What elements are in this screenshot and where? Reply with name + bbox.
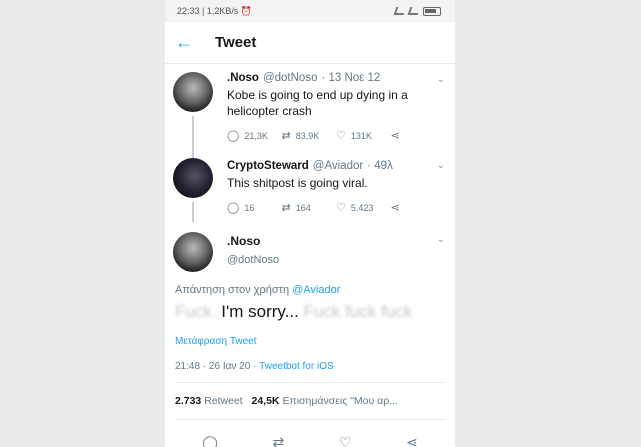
- retweet-count: 164: [295, 202, 311, 213]
- battery-icon: [423, 6, 441, 16]
- retweet-icon: ⇄: [281, 202, 291, 214]
- status-bar: 22:33 | 1,2KB/s ⏰: [165, 0, 455, 22]
- reply-button[interactable]: ◯ 21,3K: [227, 129, 282, 142]
- page-title: Tweet: [215, 34, 257, 51]
- tweet-author-name[interactable]: .Noso: [227, 72, 259, 84]
- like-button[interactable]: ♡ 5.423: [336, 201, 391, 214]
- chevron-down-icon[interactable]: ⌄: [437, 234, 445, 245]
- phone-screen: 22:33 | 1,2KB/s ⏰ ← Tweet ⌄ .Noso @dotNo…: [165, 0, 455, 447]
- avatar[interactable]: [173, 72, 213, 112]
- reply-button[interactable]: ◯ 16: [227, 201, 282, 214]
- retweets-label[interactable]: Retweet: [204, 395, 243, 407]
- signal-icon: [393, 7, 407, 15]
- wifi-icon: [407, 7, 421, 15]
- tweet-author-handle: @Aviador: [312, 160, 364, 172]
- tweet-action-bar: ◯ ⇄ ♡ ⋖: [175, 420, 445, 447]
- heart-icon: ♡: [336, 202, 346, 214]
- tweet-author-handle: @dotNoso: [262, 72, 318, 84]
- retweet-icon[interactable]: ⇄: [273, 434, 285, 447]
- share-button[interactable]: ⋖: [391, 201, 446, 214]
- share-icon: ⋖: [390, 130, 400, 142]
- translate-link[interactable]: Μετάφραση Tweet: [175, 336, 445, 347]
- tweet-time: · 13 Νοε 12: [321, 72, 381, 84]
- arrow-left-icon[interactable]: ←: [175, 32, 205, 53]
- tweet-text-blurred: Fuck.: [175, 302, 217, 321]
- reply-icon[interactable]: ◯: [202, 434, 218, 447]
- heart-icon[interactable]: ♡: [339, 434, 352, 447]
- tweet-text-blurred: Fuck fuck fuck: [298, 302, 413, 321]
- chevron-down-icon[interactable]: ⌄: [437, 74, 445, 85]
- likes-label[interactable]: Επισημάνσεις "Μου αρ...: [282, 395, 398, 407]
- share-icon[interactable]: ⋖: [406, 434, 418, 447]
- tweet-stats: 2.733 Retweet 24,5K Επισημάνσεις "Μου αρ…: [175, 383, 445, 420]
- tweet-time: · 49λ: [367, 160, 393, 172]
- heart-icon: ♡: [336, 130, 346, 142]
- focused-tweet: ⌄ .Noso @dotNoso Απάντηση στον χρήστη @A…: [165, 224, 455, 447]
- thread-line: [192, 202, 194, 222]
- chevron-down-icon[interactable]: ⌄: [437, 160, 445, 171]
- tweet-author-name[interactable]: CryptoSteward: [227, 160, 309, 172]
- share-icon: ⋖: [390, 202, 400, 214]
- timestamp-text: 21:48 · 26 Ιαν 20 ·: [175, 361, 260, 372]
- reply-icon: ◯: [227, 202, 240, 214]
- tweet-text: Fuck. I'm sorry... Fuck fuck fuck: [175, 302, 445, 322]
- like-count: 131K: [350, 130, 372, 141]
- tweet-text: This shitpost is going viral.: [227, 176, 368, 190]
- source-app-link[interactable]: Tweetbot for iOS: [259, 361, 333, 372]
- reply-icon: ◯: [227, 130, 240, 142]
- tweet-timestamp: 21:48 · 26 Ιαν 20 · Tweetbot for iOS: [175, 361, 445, 383]
- mention-link[interactable]: @Aviador: [292, 284, 340, 296]
- tweet-text: Kobe is going to end up dying in a helic…: [227, 88, 408, 118]
- likes-count[interactable]: 24,5K: [252, 395, 280, 407]
- status-icons: [393, 6, 441, 16]
- tweet-actions: ◯ 16 ⇄ 164 ♡ 5.423 ⋖: [227, 201, 445, 214]
- avatar[interactable]: [173, 232, 213, 272]
- replying-to-label: Απάντηση στον χρήστη: [175, 284, 290, 296]
- reply-count: 21,3K: [244, 130, 268, 141]
- reply-count: 16: [244, 202, 255, 213]
- retweet-button[interactable]: ⇄ 83,9K: [282, 129, 337, 142]
- tweet-author-handle: @dotNoso: [227, 254, 280, 266]
- thread-tweet[interactable]: ⌄ .Noso @dotNoso · 13 Νοε 12 Kobe is goi…: [165, 64, 455, 160]
- retweet-button[interactable]: ⇄ 164: [282, 201, 337, 214]
- like-count: 5.423: [350, 202, 374, 213]
- tweet-author-name[interactable]: .Noso: [227, 234, 445, 248]
- retweet-icon: ⇄: [281, 130, 291, 142]
- avatar[interactable]: [173, 158, 213, 198]
- share-button[interactable]: ⋖: [391, 129, 446, 142]
- tweet-actions: ◯ 21,3K ⇄ 83,9K ♡ 131K ⋖: [227, 129, 445, 142]
- replying-to: Απάντηση στον χρήστη @Aviador: [175, 284, 445, 296]
- status-time: 22:33 | 1,2KB/s ⏰: [177, 5, 253, 16]
- retweet-count: 83,9K: [295, 130, 320, 141]
- thread-tweet[interactable]: ⌄ CryptoSteward @Aviador · 49λ This shit…: [165, 152, 455, 224]
- like-button[interactable]: ♡ 131K: [336, 129, 391, 142]
- tweet-text-visible: I'm sorry...: [216, 302, 299, 321]
- retweets-count[interactable]: 2.733: [175, 395, 201, 407]
- app-header: ← Tweet: [165, 22, 455, 64]
